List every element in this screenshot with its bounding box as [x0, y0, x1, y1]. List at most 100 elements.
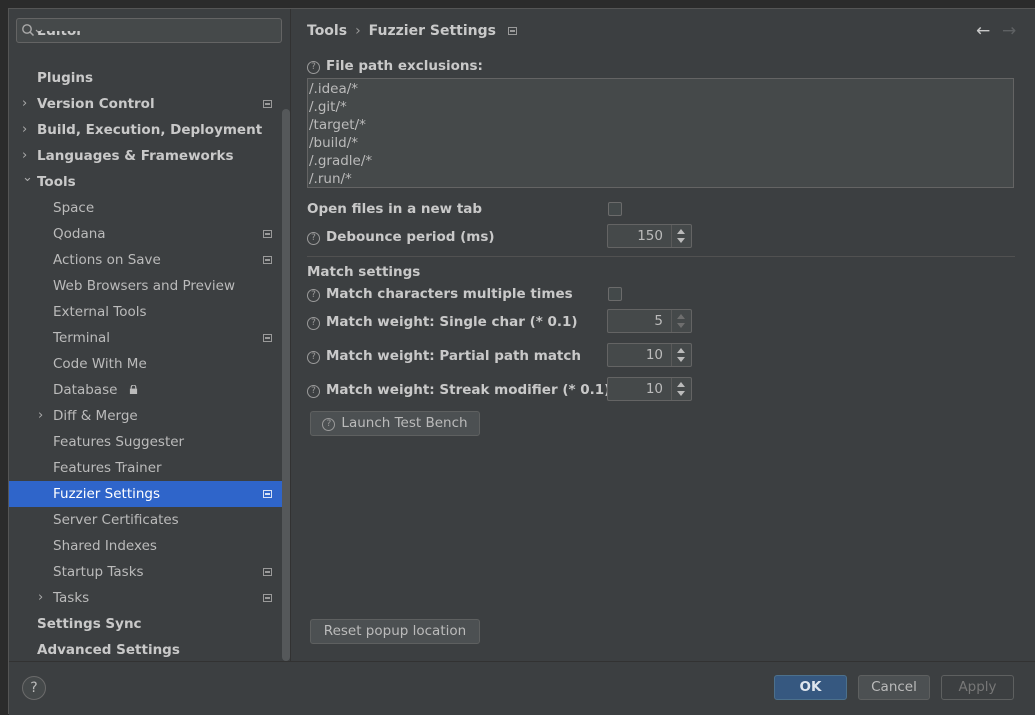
project-level-icon: [263, 594, 272, 602]
chevron-right-icon[interactable]: ›: [22, 117, 27, 143]
ok-button[interactable]: OK: [774, 675, 847, 700]
sidebar-item[interactable]: Features Trainer: [9, 455, 290, 481]
sidebar-item-label: Languages & Frameworks: [37, 148, 234, 164]
sidebar-item-label: Diff & Merge: [53, 408, 138, 424]
project-level-icon: [507, 27, 517, 35]
spinner-arrows[interactable]: [671, 225, 691, 247]
sidebar-item-label: External Tools: [53, 304, 147, 320]
breadcrumb-current: Fuzzier Settings: [368, 23, 496, 39]
match-multiple-label-row: ? Match characters multiple times: [307, 286, 573, 302]
sidebar-item-label: Fuzzier Settings: [53, 486, 161, 502]
sidebar-item[interactable]: Code With Me: [9, 351, 290, 377]
sidebar-item[interactable]: Features Suggester: [9, 429, 290, 455]
sidebar-item-label: Plugins: [37, 70, 94, 86]
breadcrumb: Tools › Fuzzier Settings: [307, 23, 517, 39]
launch-test-bench-button[interactable]: ? Launch Test Bench: [310, 411, 480, 436]
match-multiple-checkbox[interactable]: [608, 287, 622, 301]
open-new-tab-checkbox[interactable]: [608, 202, 622, 216]
spinner-up-icon[interactable]: [677, 348, 685, 353]
sidebar-item[interactable]: › Version Control: [9, 91, 290, 117]
project-level-icon: [263, 334, 272, 342]
exclusions-textarea[interactable]: /.idea/* /.git/* /target/* /build/* /.gradle…: [307, 78, 1014, 188]
chevron-right-icon[interactable]: ›: [38, 403, 43, 429]
spinner-arrows[interactable]: [671, 378, 691, 400]
streak-spinner[interactable]: 10: [607, 377, 692, 401]
reset-popup-location-button[interactable]: Reset popup location: [310, 619, 480, 644]
spinner-arrows[interactable]: [671, 344, 691, 366]
sidebar-item[interactable]: Terminal: [9, 325, 290, 351]
section-separator: [307, 256, 1015, 257]
sidebar-item[interactable]: Database: [9, 377, 290, 403]
sidebar-item[interactable]: Server Certificates: [9, 507, 290, 533]
sidebar-item[interactable]: Advanced Settings: [9, 637, 290, 661]
help-icon[interactable]: ?: [307, 351, 320, 364]
help-icon[interactable]: ?: [307, 61, 320, 74]
spinner-down-icon[interactable]: [677, 238, 685, 243]
sidebar-item[interactable]: Fuzzier Settings: [9, 481, 290, 507]
spinner-up-icon[interactable]: [677, 314, 685, 319]
spinner-down-icon[interactable]: [677, 357, 685, 362]
single-char-spinner[interactable]: 5: [607, 309, 692, 333]
help-icon[interactable]: ?: [307, 289, 320, 302]
sidebar-item-label: Database: [53, 382, 118, 398]
streak-label-row: ? Match weight: Streak modifier (* 0.1): [307, 382, 610, 398]
forward-arrow-icon[interactable]: →: [1002, 21, 1016, 41]
sidebar-item[interactable]: ⌄ Tools: [9, 169, 290, 195]
breadcrumb-separator: ›: [355, 23, 361, 39]
exclusion-line: /.gradle/*: [309, 153, 373, 169]
spinner-down-icon[interactable]: [677, 391, 685, 396]
breadcrumb-parent[interactable]: Tools: [307, 23, 347, 39]
sidebar-item[interactable]: Settings Sync: [9, 611, 290, 637]
sidebar-item[interactable]: › Diff & Merge: [9, 403, 290, 429]
settings-content-panel: Tools › Fuzzier Settings ← → ? File path ex…: [290, 9, 1035, 661]
lock-icon: [129, 385, 138, 394]
sidebar-item[interactable]: Startup Tasks: [9, 559, 290, 585]
cancel-button[interactable]: Cancel: [858, 675, 930, 700]
help-button[interactable]: ?: [22, 676, 46, 700]
sidebar-item-label: Web Browsers and Preview: [53, 278, 235, 294]
sidebar-item[interactable]: › Build, Execution, Deployment: [9, 117, 290, 143]
sidebar-item-label: Server Certificates: [53, 512, 179, 528]
sidebar-item-label: Shared Indexes: [53, 538, 157, 554]
chevron-right-icon[interactable]: ›: [38, 585, 43, 611]
spinner-up-icon[interactable]: [677, 229, 685, 234]
sidebar-item-label: Build, Execution, Deployment: [37, 122, 263, 138]
sidebar-item[interactable]: Plugins: [9, 65, 290, 91]
sidebar-item[interactable]: › Languages & Frameworks: [9, 143, 290, 169]
debounce-spinner[interactable]: 150: [607, 224, 692, 248]
project-level-icon: [263, 568, 272, 576]
back-arrow-icon[interactable]: ←: [976, 21, 990, 41]
help-icon[interactable]: ?: [307, 385, 320, 398]
spinner-down-icon[interactable]: [677, 323, 685, 328]
chevron-right-icon[interactable]: ›: [22, 91, 27, 117]
sidebar-item-label: Space: [53, 200, 95, 216]
sidebar-item-label: Code With Me: [53, 356, 147, 372]
sidebar-item[interactable]: External Tools: [9, 299, 290, 325]
debounce-value[interactable]: 150: [637, 225, 663, 247]
partial-path-spinner[interactable]: 10: [607, 343, 692, 367]
spinner-arrows[interactable]: [671, 310, 691, 332]
spinner-up-icon[interactable]: [677, 382, 685, 387]
sidebar-item-label: Features Suggester: [53, 434, 185, 450]
open-new-tab-label: Open files in a new tab: [307, 201, 483, 217]
sidebar-item[interactable]: Space: [9, 195, 290, 221]
sidebar-item[interactable]: ⌄Editor: [9, 31, 290, 45]
single-char-label: Match weight: Single char (* 0.1): [326, 314, 578, 330]
sidebar-item[interactable]: Shared Indexes: [9, 533, 290, 559]
single-char-value[interactable]: 5: [654, 310, 663, 332]
sidebar-item[interactable]: Qodana: [9, 221, 290, 247]
chevron-down-icon[interactable]: ⌄: [22, 165, 33, 191]
help-icon[interactable]: ?: [307, 317, 320, 330]
streak-value[interactable]: 10: [646, 378, 663, 400]
partial-path-value[interactable]: 10: [646, 344, 663, 366]
sidebar-item[interactable]: Web Browsers and Preview: [9, 273, 290, 299]
sidebar-scrollbar[interactable]: [282, 109, 290, 661]
dialog-footer: ? OK Cancel Apply: [9, 661, 1035, 715]
sidebar-item[interactable]: › Tasks: [9, 585, 290, 611]
settings-dialog: ⌄Editor Plugins › Version Control › Build, Ex…: [8, 8, 1035, 715]
sidebar-item[interactable]: Actions on Save: [9, 247, 290, 273]
launch-test-bench-label: Launch Test Bench: [341, 415, 468, 431]
apply-button[interactable]: Apply: [941, 675, 1014, 700]
sidebar-item-label: Qodana: [53, 226, 106, 242]
help-icon[interactable]: ?: [307, 232, 320, 245]
